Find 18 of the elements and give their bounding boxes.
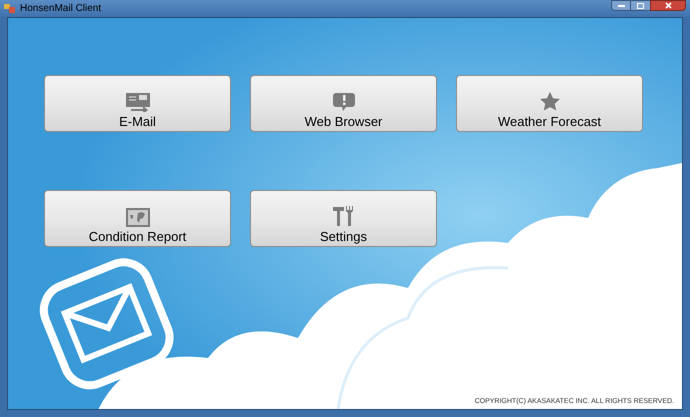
menu-button[interactable]: Settings [250, 190, 437, 247]
window-title: HonsenMail Client [20, 4, 102, 14]
star-icon [538, 90, 560, 112]
menu-button[interactable]: Web Browser [250, 75, 437, 132]
menu-button[interactable]: Weather Forecast [456, 75, 643, 132]
maximize-icon [637, 2, 644, 8]
menu-button[interactable]: Condition Report [44, 190, 231, 247]
maximize-button[interactable] [631, 0, 650, 11]
app-icon [4, 3, 16, 14]
close-icon [664, 2, 672, 9]
tools-icon [332, 204, 356, 227]
menu-button[interactable]: E-Mail [44, 75, 231, 132]
speech-bubble-icon [332, 92, 356, 112]
close-button[interactable] [650, 0, 686, 11]
minimize-button[interactable] [611, 0, 631, 11]
map-icon [126, 208, 150, 227]
minimize-icon [618, 4, 624, 6]
mail-card-icon [124, 92, 150, 112]
